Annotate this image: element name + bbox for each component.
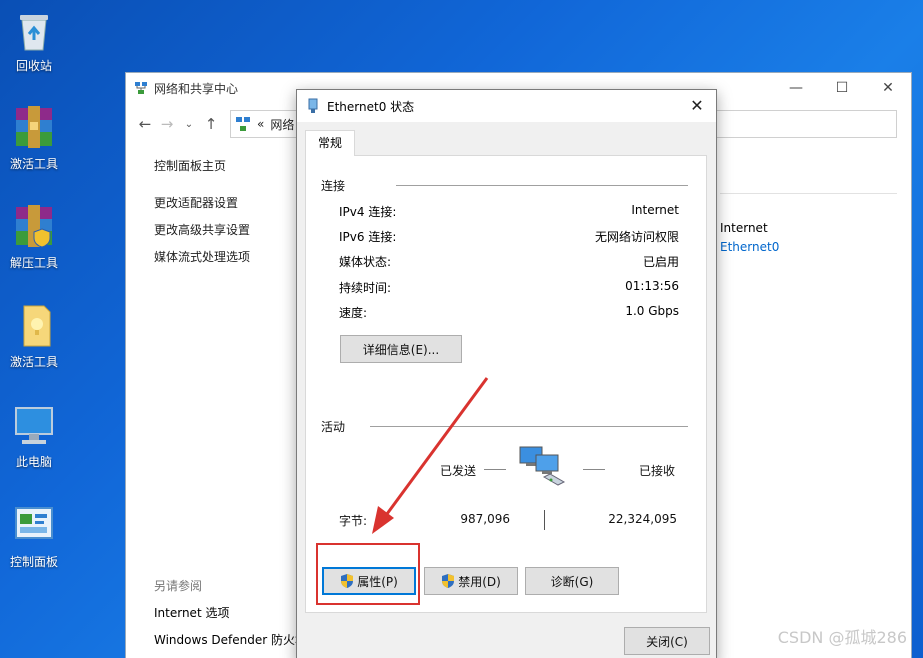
annotation-arrow: [372, 377, 489, 534]
tab-general[interactable]: 常规: [305, 130, 355, 156]
watermark: CSDN @孤城286: [777, 628, 907, 647]
